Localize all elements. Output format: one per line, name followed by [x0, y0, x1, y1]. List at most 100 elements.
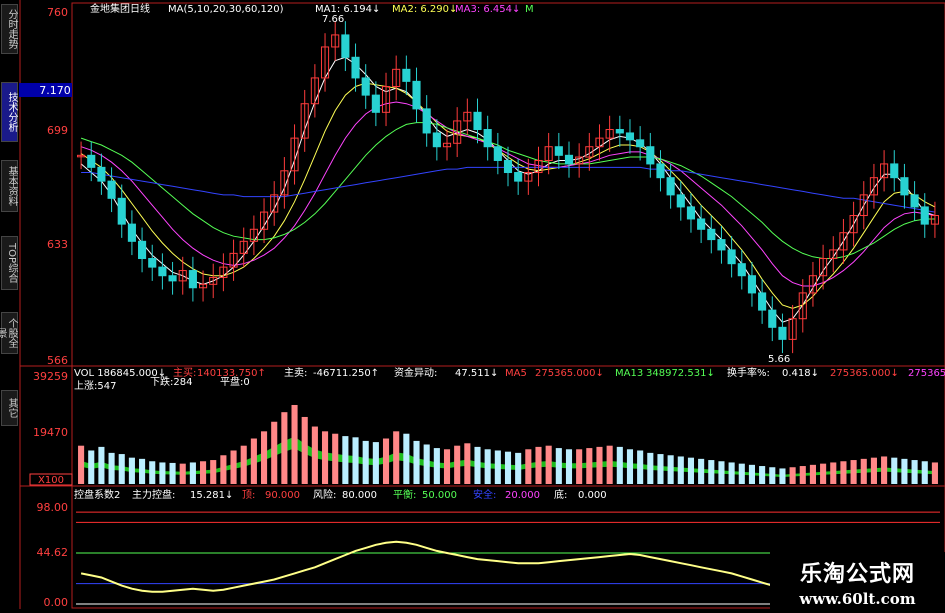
volume-bar	[352, 437, 359, 484]
site-watermark: 乐淘公式网 www.60lt.com	[770, 552, 945, 609]
candle-body	[686, 206, 696, 220]
watermark-url: www.60lt.com	[799, 590, 916, 608]
volume-bar	[748, 464, 756, 484]
volume-bar	[464, 443, 471, 484]
volume-bar	[454, 445, 461, 484]
tab-fundamentals[interactable]: 基本资料	[1, 160, 18, 212]
volume-bar	[260, 431, 268, 484]
ma-params: MA(5,10,20,30,60,120)	[168, 4, 284, 15]
tab-panorama[interactable]: 个股全景	[0, 312, 18, 354]
ind-risk-label: 风险:	[313, 488, 336, 501]
candle-body	[778, 326, 787, 340]
volume-bar	[372, 442, 379, 484]
candle-body	[351, 56, 360, 79]
candle-body	[768, 309, 777, 328]
volume-bar	[98, 446, 105, 484]
candle-body	[361, 77, 370, 96]
price-tick-699: 699	[47, 124, 68, 137]
ind-main-label: 主力控盘:	[132, 488, 175, 501]
candle-body	[168, 275, 177, 282]
ind-safe-value: 20.000	[505, 490, 540, 501]
tab-technical[interactable]: 技术分析	[1, 82, 18, 142]
current-price-label: 7.170	[39, 84, 71, 97]
volume-bar	[271, 421, 278, 484]
chart-svg: 760 699 633 566 7.170 金地集团日线 MA(5,10,20,…	[19, 0, 945, 609]
candle-body	[432, 132, 441, 148]
volume-bar	[728, 462, 735, 484]
candle-body	[666, 177, 675, 196]
ind-top-label: 顶:	[242, 489, 255, 501]
volume-bar	[687, 457, 695, 484]
candle-body	[910, 194, 919, 208]
volume-bar	[769, 467, 776, 484]
volume-bar	[616, 446, 623, 484]
vol-ma5-label: MA5	[505, 368, 527, 379]
volume-bar	[535, 446, 542, 484]
candle-body	[107, 180, 116, 199]
flat-count: 平盘:0	[220, 375, 250, 388]
volume-bar	[576, 449, 583, 484]
vol-ma13-value: 348972.531↓	[646, 368, 715, 379]
stock-chart: 760 699 633 566 7.170 金地集团日线 MA(5,10,20,…	[0, 0, 945, 609]
volume-bar	[423, 444, 430, 484]
volume-bar	[494, 450, 501, 484]
candle-body	[737, 263, 746, 277]
candle-body	[138, 240, 147, 260]
price-tick-760: 760	[47, 6, 68, 19]
tab-top[interactable]: TOP综合	[1, 236, 18, 290]
ind-risk-value: 80.000	[342, 490, 377, 501]
ma4-value: M	[525, 4, 534, 15]
price-tick-633: 633	[47, 238, 68, 251]
volume-bar	[433, 448, 440, 484]
vol-sell-value: -46711.250↑	[313, 368, 379, 379]
ind-name: 控盘系数2	[74, 488, 120, 501]
volume-bar	[626, 449, 634, 484]
volume-bar	[159, 462, 166, 484]
volume-bar	[169, 462, 176, 484]
volume-bar	[545, 445, 552, 484]
volume-bar	[240, 445, 247, 484]
volume-bar	[108, 452, 115, 484]
volume-bar	[301, 416, 308, 484]
candle-body	[747, 275, 757, 294]
ind-balance-value: 50.000	[422, 490, 457, 501]
volume-bar	[911, 460, 918, 484]
down-count: 下跌:284	[150, 375, 192, 388]
volume-bar	[342, 436, 349, 484]
volume-bar	[708, 460, 715, 484]
volume-bar	[179, 463, 186, 484]
volume-bar	[332, 433, 339, 484]
volume-bar	[931, 462, 938, 484]
candle-body	[158, 266, 167, 277]
volume-bar	[220, 455, 227, 484]
volume-bar	[850, 460, 857, 484]
candle-body	[483, 129, 492, 148]
candle-body	[920, 206, 929, 225]
candle-body	[697, 218, 706, 230]
volume-bar	[606, 445, 613, 484]
high-price-label: 7.66	[322, 14, 344, 25]
candle-body	[127, 223, 136, 242]
volume-bar	[149, 461, 156, 484]
candle-body	[636, 139, 645, 148]
candle-body	[402, 68, 411, 82]
volume-bar	[139, 458, 146, 484]
tab-intraday[interactable]: 分时走势	[1, 4, 18, 54]
turnover-label: 换手率%:	[727, 366, 770, 379]
turnover-value: 0.418↓	[782, 368, 819, 379]
volume-bar	[321, 431, 329, 484]
volume-bar	[901, 458, 908, 484]
volume-bar	[555, 448, 562, 484]
volume-bar	[840, 461, 847, 484]
candle-body	[503, 159, 513, 174]
volume-bar	[484, 449, 491, 484]
candle-body	[656, 163, 665, 179]
volume-panel	[78, 404, 938, 484]
vol-unit: X100	[38, 475, 64, 486]
tab-other[interactable]: 其它	[1, 390, 18, 426]
ma-line-4	[80, 122, 935, 259]
ind-bottom-value: 0.000	[578, 490, 607, 501]
volume-bar	[870, 457, 877, 484]
candle-body	[646, 146, 655, 165]
candle-body	[615, 129, 624, 134]
